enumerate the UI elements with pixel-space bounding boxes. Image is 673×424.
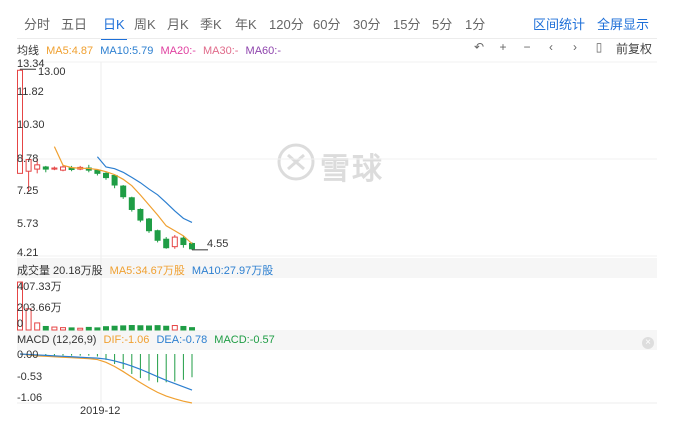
- volume-bar: [189, 327, 195, 331]
- volume-bar: [171, 325, 178, 331]
- volume-bar: [128, 325, 135, 331]
- macd-axis-label: 0.00: [17, 349, 39, 361]
- volume-bar: [154, 325, 161, 331]
- ma10-line: [96, 156, 193, 223]
- candle-body: [154, 230, 161, 241]
- price-axis-label: 8.78: [17, 153, 39, 165]
- macd-legend: MACD (12,26,9) DIF:-1.06 DEA:-0.78 MACD:…: [17, 334, 279, 346]
- volume-bar: [146, 325, 152, 331]
- candle-body: [60, 166, 66, 171]
- candle-body: [189, 242, 195, 250]
- volume-bar: [120, 325, 127, 331]
- volume-bar: [85, 326, 92, 331]
- volume-bar: [51, 326, 58, 331]
- candle-body: [120, 185, 127, 198]
- volume-bar: [103, 326, 109, 331]
- candle-body: [180, 237, 187, 246]
- volume-ma10: MA10:27.97万股: [191, 265, 274, 277]
- candle-body: [51, 167, 58, 170]
- candle-body: [42, 166, 49, 170]
- close-icon[interactable]: ×: [642, 337, 654, 349]
- price-axis-label: 7.25: [17, 185, 39, 197]
- candle-body: [137, 208, 144, 221]
- candle-body: [146, 218, 152, 232]
- candle-body: [94, 169, 101, 174]
- volume-bar: [180, 325, 187, 331]
- price-axis-label: 11.82: [17, 86, 44, 98]
- volume-axis-label: 0: [17, 318, 24, 330]
- candle-body: [111, 174, 118, 186]
- volume-bar: [94, 327, 101, 331]
- volume-bar: [111, 325, 118, 331]
- price-axis-label: 4.21: [17, 247, 39, 259]
- candle-body: [103, 172, 109, 179]
- volume-bar: [68, 327, 75, 331]
- volume-bar: [34, 322, 41, 331]
- volume-axis-label: 407.33万: [17, 281, 62, 293]
- date-axis-label: 2019-12: [80, 405, 121, 417]
- macd-dea: DEA:-0.78: [156, 334, 208, 346]
- candle-body: [34, 164, 41, 170]
- macd-dif: DIF:-1.06: [103, 334, 150, 346]
- candle-body: [128, 197, 135, 210]
- volume-bar: [137, 325, 144, 331]
- volume-title: 成交量 20.18万股: [17, 265, 103, 277]
- volume-bar: [60, 327, 66, 331]
- macd-title: MACD (12,26,9): [17, 334, 97, 346]
- volume-ma5: MA5:34.67万股: [109, 265, 185, 277]
- volume-bar: [42, 325, 49, 331]
- macd-axis-label: -1.06: [17, 392, 43, 404]
- candle-body: [163, 238, 170, 249]
- volume-bar: [163, 325, 170, 331]
- volume-legend: 成交量 20.18万股 MA5:34.67万股 MA10:27.97万股: [17, 262, 277, 278]
- last-price-marker: 4.55: [207, 238, 229, 250]
- price-axis-label: 10.30: [17, 119, 45, 131]
- volume-axis-label: 203.66万: [17, 302, 62, 314]
- kline-chart[interactable]: [0, 0, 673, 424]
- candle-body: [171, 236, 178, 248]
- macd-value: MACD:-0.57: [214, 334, 275, 346]
- macd-axis-label: -0.53: [17, 371, 43, 383]
- max-price-marker: 13.00: [38, 66, 66, 78]
- price-axis-label: 5.73: [17, 218, 39, 230]
- volume-bar: [77, 327, 84, 331]
